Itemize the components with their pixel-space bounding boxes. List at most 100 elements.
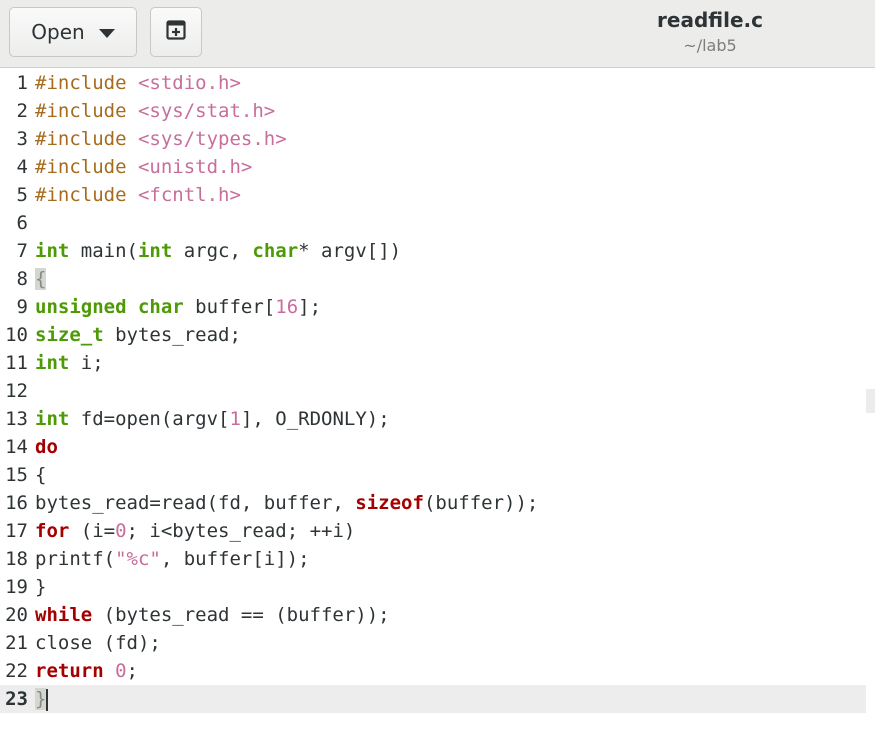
- window-subtitle: ~/lab5: [683, 36, 737, 55]
- line-number: 15: [5, 464, 28, 486]
- code-token: argc,: [172, 240, 253, 262]
- code-token: close (fd);: [35, 632, 161, 654]
- code-text: do: [35, 436, 58, 458]
- code-token: <sys/types.h>: [137, 128, 287, 150]
- code-token: <unistd.h>: [137, 156, 253, 178]
- line-number: 11: [5, 352, 28, 374]
- code-token: unsigned: [35, 296, 127, 318]
- code-token: <sys/stat.h>: [137, 100, 276, 122]
- code-token: }: [35, 576, 47, 598]
- new-document-icon: [165, 19, 187, 46]
- code-line[interactable]: 14 do: [0, 433, 866, 461]
- line-number: 2: [16, 100, 28, 122]
- code-token: {: [35, 268, 47, 290]
- line-number: 16: [5, 492, 28, 514]
- scrollbar-indicator[interactable]: [866, 389, 875, 413]
- code-token: #include: [35, 100, 138, 122]
- line-number: 3: [16, 128, 28, 150]
- code-line[interactable]: 2 #include <sys/stat.h>: [0, 97, 866, 125]
- code-text: {: [35, 464, 46, 486]
- code-line[interactable]: 3 #include <sys/types.h>: [0, 125, 866, 153]
- line-number: 8: [16, 268, 28, 290]
- code-editor[interactable]: 1 #include <stdio.h> 2 #include <sys/stat.h…: [0, 69, 875, 739]
- code-text: #include <unistd.h>: [35, 156, 252, 178]
- code-text: printf("%c", buffer[i]);: [35, 548, 310, 570]
- code-line[interactable]: 8{: [0, 265, 866, 293]
- code-text: bytes_read=read(fd, buffer, sizeof(buffe…: [35, 492, 538, 514]
- code-line[interactable]: 5 #include <fcntl.h>: [0, 181, 866, 209]
- line-number: 14: [5, 436, 28, 458]
- code-token: int: [35, 352, 70, 374]
- line-number: 10: [5, 324, 28, 346]
- code-line[interactable]: 15 {: [0, 461, 866, 489]
- code-line[interactable]: 19}: [0, 573, 866, 601]
- code-token: }: [35, 688, 47, 710]
- code-token: , buffer[i]);: [160, 548, 310, 570]
- code-token: 0: [115, 520, 127, 542]
- code-text: while (bytes_read == (buffer));: [35, 604, 390, 626]
- line-number: 17: [5, 520, 28, 542]
- code-line[interactable]: 7 int main(int argc, char* argv[]): [0, 237, 866, 265]
- code-token: int: [137, 240, 173, 262]
- code-token: char: [137, 296, 184, 318]
- line-number: 4: [16, 156, 28, 178]
- code-token: #include: [35, 156, 138, 178]
- new-document-button[interactable]: [150, 7, 202, 57]
- code-text: #include <sys/types.h>: [35, 128, 287, 150]
- code-token: size_t: [35, 324, 104, 346]
- code-token: ];: [298, 296, 322, 318]
- code-token: #include: [35, 184, 138, 206]
- line-number: 22: [5, 660, 28, 682]
- code-text: }: [35, 576, 46, 598]
- code-line[interactable]: 11 int i;: [0, 349, 866, 377]
- code-text: #include <sys/stat.h>: [35, 100, 275, 122]
- code-line[interactable]: 6: [0, 209, 866, 237]
- code-token: int: [35, 240, 70, 262]
- code-line[interactable]: 10 size_t bytes_read;: [0, 321, 866, 349]
- code-token: <fcntl.h>: [137, 184, 241, 206]
- code-line[interactable]: 12: [0, 377, 866, 405]
- code-line[interactable]: 23}: [0, 685, 866, 713]
- code-token: i;: [69, 352, 104, 374]
- code-token: for: [35, 520, 70, 542]
- code-line[interactable]: 1 #include <stdio.h>: [0, 69, 866, 97]
- code-line[interactable]: 21 close (fd);: [0, 629, 866, 657]
- code-text: return 0;: [35, 660, 138, 682]
- code-token: "%c": [115, 548, 161, 570]
- code-token: sizeof: [355, 492, 424, 514]
- code-line[interactable]: 20 while (bytes_read == (buffer));: [0, 601, 866, 629]
- code-token: while: [35, 604, 93, 626]
- code-token: bytes_read=read(fd, buffer,: [35, 492, 356, 514]
- code-token: int: [35, 408, 70, 430]
- code-text: {: [35, 268, 47, 290]
- code-text: close (fd);: [35, 632, 161, 654]
- code-line[interactable]: 17 for (i=0; i<bytes_read; ++i): [0, 517, 866, 545]
- line-number: 20: [5, 604, 28, 626]
- code-token: 0: [115, 660, 127, 682]
- code-line[interactable]: 9 unsigned char buffer[16];: [0, 293, 866, 321]
- line-number: 12: [5, 380, 28, 402]
- line-number: 6: [16, 212, 28, 234]
- code-token: buffer[: [183, 296, 276, 318]
- code-line[interactable]: 16 bytes_read=read(fd, buffer, sizeof(buf…: [0, 489, 866, 517]
- code-token: (i=: [69, 520, 116, 542]
- code-line[interactable]: 22 return 0;: [0, 657, 866, 685]
- code-line[interactable]: 13 int fd=open(argv[1], O_RDONLY);: [0, 405, 866, 433]
- code-token: (bytes_read == (buffer));: [92, 604, 390, 626]
- code-token: 16: [275, 296, 299, 318]
- code-text: for (i=0; i<bytes_read; ++i): [35, 520, 355, 542]
- code-token: fd=open(argv[: [69, 408, 230, 430]
- code-token: (buffer));: [423, 492, 539, 514]
- text-cursor: [46, 688, 49, 711]
- code-line[interactable]: 18 printf("%c", buffer[i]);: [0, 545, 866, 573]
- code-token: printf(: [35, 548, 116, 570]
- window-title-area: readfile.c ~/lab5: [560, 6, 860, 58]
- line-number: 5: [16, 184, 28, 206]
- line-number: 13: [5, 408, 28, 430]
- open-button[interactable]: Open: [9, 7, 137, 57]
- code-text: }: [35, 688, 49, 711]
- code-line[interactable]: 4 #include <unistd.h>: [0, 153, 866, 181]
- open-button-label: Open: [31, 20, 85, 44]
- code-token: ; i<bytes_read; ++i): [126, 520, 356, 542]
